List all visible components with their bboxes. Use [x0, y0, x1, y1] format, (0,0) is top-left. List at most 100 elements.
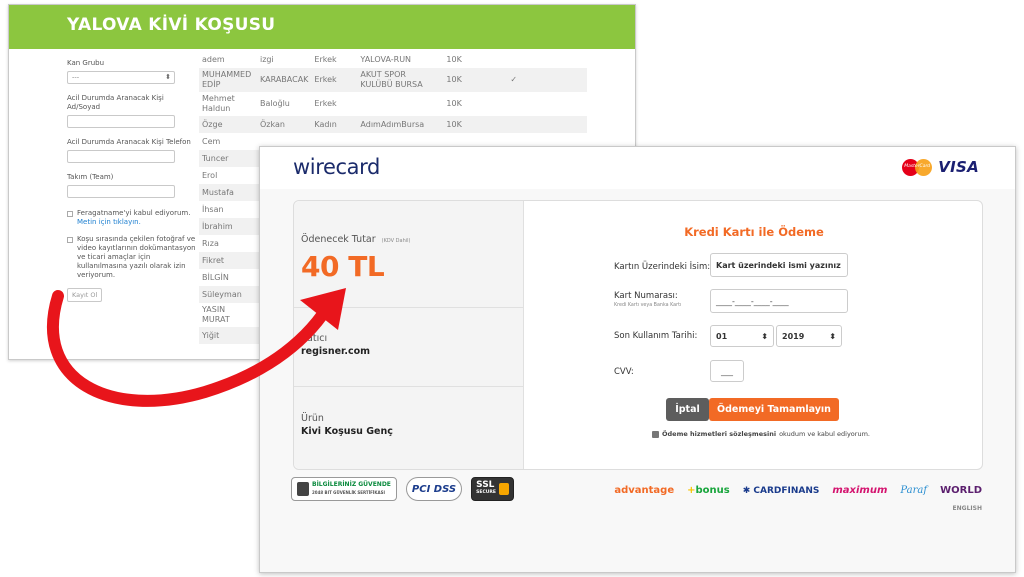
expiry-month-value: 01 [716, 331, 728, 341]
table-cell-first: adem [202, 54, 225, 64]
table-cell-gender: Erkek [314, 99, 337, 108]
card-number-input[interactable]: ____-____-____-____ [710, 289, 848, 313]
table-cell-mark [507, 116, 587, 133]
table-cell-first: Mustafa [202, 187, 234, 197]
seller-value: regisner.com [301, 346, 371, 357]
photo-consent-row: Koşu sırasında çekilen fotoğraf ve video… [67, 235, 199, 280]
mastercard-text: MasterCard [904, 163, 931, 169]
card-form-title: Kredi Kartı ile Ödeme [684, 225, 824, 239]
table-cell-first: Özge [202, 119, 223, 129]
lock-icon [297, 482, 309, 496]
table-cell-dist: 10K [446, 75, 462, 84]
expiry-year-select[interactable]: 2019 [776, 325, 842, 347]
photo-consent-text: Koşu sırasında çekilen fotoğraf ve video… [77, 235, 196, 279]
product-block: Ürün Kivi Koşusu Genç [294, 387, 524, 471]
bank-cardfinans-label: CARDFINANS [753, 485, 820, 496]
visa-text: VISA [938, 158, 979, 176]
table-cell-gender: Erkek [314, 54, 337, 64]
expiry-month-select[interactable]: 01 [710, 325, 774, 347]
emergency-contact-name-label: Acil Durumda Aranacak Kişi Ad/Soyad [67, 94, 164, 111]
table-row: MUHAMMED EDİP KARABACAK Erkek AKUT SPOR KUL… [199, 68, 588, 92]
card-name-input[interactable]: Kart üzerindeki ismi yazınız [710, 253, 848, 277]
card-number-label-group: Kart Numarası: Kredi Kartı veya Banka Ka… [614, 291, 681, 308]
waiver-link[interactable]: Metin için tıklayın. [77, 218, 141, 226]
bank-bonus: +bonus [687, 485, 730, 496]
table-cell-first: Cem [202, 136, 221, 146]
order-summary: Ödenecek Tutar (KDV Dahil) 40 TL Satıcı r… [294, 201, 524, 469]
blood-group-select[interactable]: --- [67, 71, 175, 84]
visa-icon: VISA [938, 158, 979, 176]
table-cell-last: KARABACAK [260, 75, 309, 84]
payment-panel: Ödenecek Tutar (KDV Dahil) 40 TL Satıcı r… [293, 200, 983, 470]
secure-info-badge: BİLGİLERİNİZ GÜVENDE 2048 BIT GÜVENLİK S… [291, 477, 397, 501]
table-cell-last: izgi [260, 54, 274, 64]
table-cell-first: İhsan [202, 204, 224, 214]
table-cell-club [357, 92, 443, 116]
page-title: YALOVA KİVİ KOŞUSU [9, 5, 635, 49]
bank-advantage: advantage [614, 485, 675, 496]
cvv-input[interactable]: ___ [710, 360, 744, 382]
agreement-row: Ödeme hizmetleri sözleşmesini okudum ve … [652, 430, 870, 438]
card-form: Kredi Kartı ile Ödeme Kartın Üzerindeki … [524, 201, 984, 469]
payment-header: wirecard MasterCard VISA [260, 147, 1015, 189]
card-name-label: Kartın Üzerindeki İsim: [614, 262, 711, 272]
agreement-checkbox[interactable] [652, 430, 659, 438]
bank-logos: advantage +bonus ✱ CARDFINANS maximum Pa… [614, 485, 982, 496]
security-badges: BİLGİLERİNİZ GÜVENDE 2048 BIT GÜVENLİK S… [291, 477, 514, 501]
table-cell-club: AKUT SPOR KULÜBÜ BURSA [360, 70, 423, 89]
cancel-button[interactable]: İptal [666, 398, 709, 421]
table-cell-first: Mehmet Haldun [202, 94, 235, 113]
agreement-link[interactable]: Ödeme hizmetleri sözleşmesini [662, 430, 776, 438]
waiver-text: Feragatname'yi kabul ediyorum. [77, 209, 191, 217]
card-logos: MasterCard VISA [902, 158, 979, 176]
asterisk-icon: ✱ [742, 485, 751, 496]
table-row: Mehmet Haldun Baloğlu Erkek 10K [199, 92, 587, 116]
emergency-contact-phone-input[interactable] [67, 150, 175, 163]
kdv-note: (KDV Dahil) [381, 238, 411, 244]
table-cell-first: Süleyman [202, 289, 242, 299]
emergency-contact-name-input[interactable] [67, 115, 175, 128]
table-cell-gender: Kadın [314, 119, 337, 129]
table-cell-club: YALOVA-RUN [360, 54, 412, 64]
agreement-text: okudum ve kabul ediyorum. [779, 430, 870, 438]
product-label: Ürün [301, 413, 324, 424]
table-cell-first: BİLGİN [202, 272, 229, 282]
mastercard-icon: MasterCard [902, 158, 933, 176]
ssl-badge-line1: SSL [476, 480, 495, 490]
table-cell-mark: ✓ [510, 75, 518, 84]
complete-payment-button[interactable]: Ödemeyi Tamamlayın [709, 398, 839, 421]
bank-paraf: Paraf [900, 485, 928, 496]
bank-bonus-label: bonus [695, 485, 730, 496]
language-switch[interactable]: ENGLISH [953, 505, 982, 512]
ssl-badge-line2: SECURE [476, 490, 496, 495]
table-cell-dist: 10K [446, 99, 462, 108]
seller-block: Satıcı regisner.com [294, 308, 524, 387]
photo-consent-checkbox[interactable] [67, 237, 73, 243]
register-button[interactable]: Kayıt Ol [67, 288, 103, 302]
table-row: Özge Özkan Kadın AdımAdımBursa 10K [199, 116, 588, 133]
table-cell-club: AdımAdımBursa [360, 119, 425, 129]
emergency-contact-phone-label: Acil Durumda Aranacak Kişi Telefon [67, 138, 191, 146]
table-cell-first: Tuncer [202, 153, 229, 163]
table-cell-first: İbrahim [202, 221, 233, 231]
bank-world: WORLD [940, 485, 982, 496]
ssl-secure-badge: SSL SECURE [471, 477, 514, 501]
table-cell-last: Özkan [260, 119, 285, 129]
payment-window: wirecard MasterCard VISA Ödenecek Tutar (… [259, 146, 1016, 573]
bank-maximum: maximum [832, 485, 888, 496]
secure-badge-line1: BİLGİLERİNİZ GÜVENDE [312, 481, 391, 488]
team-input[interactable] [67, 185, 175, 198]
wirecard-logo: wirecard [293, 155, 380, 179]
table-cell-first: Rıza [202, 238, 219, 248]
pci-dss-badge: PCI DSS [405, 477, 463, 501]
waiver-checkbox[interactable] [67, 211, 73, 217]
table-cell-dist: 10K [446, 54, 462, 64]
secure-badge-line2: 2048 BIT GÜVENLİK SERTİFİKASI [312, 490, 385, 495]
card-number-hint: Kredi Kartı veya Banka Kartı [614, 303, 682, 308]
blood-group-label: Kan Grubu [67, 59, 105, 67]
table-cell-first: Yiğit [202, 330, 220, 340]
product-value: Kivi Koşusu Genç [301, 426, 393, 437]
table-cell-first: MUHAMMED EDİP [202, 70, 252, 89]
table-cell-last: Baloğlu [260, 99, 290, 108]
table-cell-first: YASIN MURAT [202, 305, 230, 324]
